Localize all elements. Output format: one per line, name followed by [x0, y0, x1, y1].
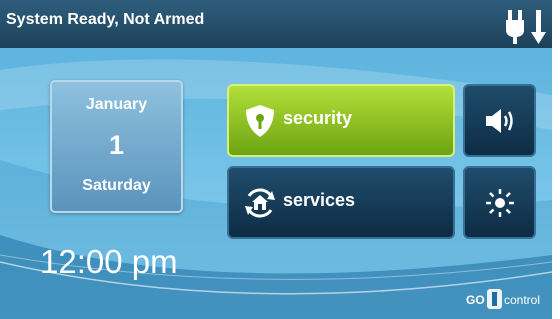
services-label: services: [283, 190, 356, 210]
weekday-label: Saturday: [82, 177, 151, 194]
security-button[interactable]: security: [227, 84, 455, 157]
date-card: January 1 Saturday: [50, 80, 183, 213]
status-bar: System Ready, Not Armed: [0, 0, 552, 48]
volume-icon: [486, 109, 513, 133]
month-label: January: [85, 96, 148, 113]
services-button[interactable]: services: [227, 166, 455, 239]
brightness-icon: [486, 189, 514, 217]
shield-icon: [246, 105, 274, 137]
power-plug-icon: [506, 10, 546, 44]
logo-go: GO: [466, 293, 485, 307]
logo-control: control: [504, 293, 540, 307]
app-screen: System Ready, Not Armed January 1 Saturd…: [0, 0, 552, 319]
security-label: security: [283, 108, 353, 128]
home-refresh-icon: [245, 188, 275, 218]
day-number: 1: [108, 130, 125, 160]
system-status: System Ready, Not Armed: [6, 11, 205, 28]
brightness-button[interactable]: [463, 166, 536, 239]
gocontrol-logo: GO control: [466, 289, 540, 309]
clock-time: 12:00 pm: [40, 243, 178, 280]
volume-button[interactable]: [463, 84, 536, 157]
